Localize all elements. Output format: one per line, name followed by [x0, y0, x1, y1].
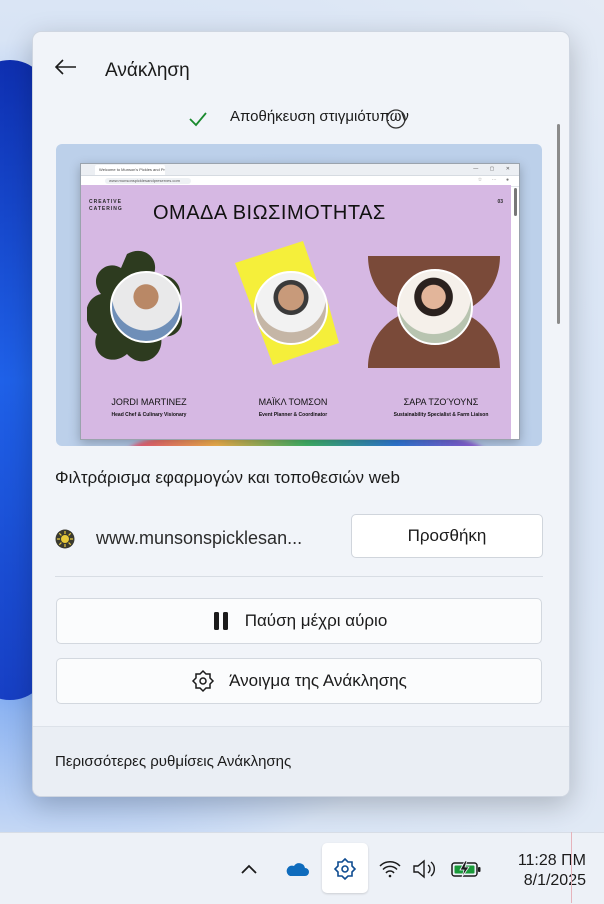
filter-section-title: Φιλτράρισμα εφαρμογών και τοποθεσιών web	[55, 468, 400, 487]
more-settings-link[interactable]: Περισσότερες ρυθμίσεις Ανάκλησης	[55, 753, 291, 770]
chevron-up-icon	[241, 864, 257, 874]
snapshot-preview[interactable]: Welcome to Munson's Pickles and Preserve…	[56, 144, 542, 446]
onedrive-button[interactable]	[280, 833, 312, 904]
network-button[interactable]	[376, 833, 404, 904]
member-name-1: JORDI MARTINEZ	[111, 397, 187, 407]
member-card-1: JORDI MARTINEZ Head Chef & Culinary Visi…	[89, 397, 209, 418]
pause-icon	[211, 611, 231, 631]
checkmark-icon	[189, 112, 207, 127]
browser-window-snapshot: Welcome to Munson's Pickles and Preserve…	[80, 163, 520, 440]
member-role-2: Event Planner & Coordinator	[258, 412, 328, 418]
page-number: 03	[497, 199, 503, 205]
site-favicon-icon	[55, 529, 75, 549]
taskbar: 11:28 ΠΜ 8/1/2025	[0, 832, 604, 904]
status-text: Αποθήκευση στιγμιότυπων	[230, 108, 409, 125]
member-card-2: ΜΑΪΚΛ ΤΟΜΣΟΝ Event Planner & Coordinator	[233, 397, 353, 418]
brand-line-1: CREATIVE	[89, 199, 122, 205]
team-heading: ΟΜΑΔΑ ΒΙΩΣΙΜΟΤΗΤΑΣ	[153, 202, 386, 224]
battery-button[interactable]	[448, 833, 484, 904]
brand-logo: CREATIVE CATERING	[89, 199, 123, 213]
member-card-3: ΣΑΡΑ ΤΖΟΎΟΥΝΣ Sustainability Specialist …	[373, 397, 509, 418]
recall-status-ring-icon	[386, 109, 406, 129]
back-button[interactable]	[51, 52, 81, 82]
panel-title: Ανάκληση	[105, 60, 190, 81]
webpage-content: CREATIVE CATERING 03 ΟΜΑΔΑ ΒΙΩΣΙΜΟΤΗΤΑΣ	[81, 185, 511, 439]
member-photo-1	[110, 271, 182, 343]
open-recall-label: Άνοιγμα της Ανάκλησης	[229, 671, 407, 690]
recall-icon	[333, 857, 357, 880]
member-name-3: ΣΑΡΑ ΤΖΟΎΟΥΝΣ	[403, 397, 479, 407]
window-controls: — ▢ ✕	[473, 166, 515, 172]
browser-toolbar-icons: ☆ ⋯ ●	[477, 177, 513, 183]
status-indicator	[188, 108, 208, 130]
filtered-site-url: www.munsonspicklesan...	[96, 528, 303, 548]
member-photo-2	[254, 271, 328, 345]
browser-tab: Welcome to Munson's Pickles and Preserve…	[95, 165, 165, 175]
member-name-2: ΜΑΪΚΛ ΤΟΜΣΟΝ	[258, 397, 328, 407]
recall-taskbar-button[interactable]	[322, 833, 368, 904]
show-hidden-icons-button[interactable]	[234, 833, 264, 904]
screen-edge-indicator	[571, 832, 572, 903]
recall-flyout: Ανάκληση Αποθήκευση στιγμιότυπων Welcome…	[32, 31, 570, 797]
volume-button[interactable]	[410, 833, 440, 904]
section-divider	[55, 576, 543, 577]
open-recall-button[interactable]: Άνοιγμα της Ανάκλησης	[56, 658, 542, 704]
back-arrow-icon	[55, 59, 76, 75]
browser-tab-strip: Welcome to Munson's Pickles and Preserve…	[81, 164, 519, 176]
pause-button[interactable]: Παύση μέχρι αύριο	[56, 598, 542, 644]
member-role-3: Sustainability Specialist & Farm Liaison	[393, 412, 489, 418]
address-bar: www.munsonspicklesandpreserves.com	[105, 178, 191, 184]
recall-icon	[191, 669, 215, 693]
member-role-1: Head Chef & Culinary Visionary	[111, 412, 187, 418]
volume-icon	[413, 859, 435, 878]
panel-footer: Περισσότερες ρυθμίσεις Ανάκλησης	[33, 726, 569, 796]
pause-button-label: Παύση μέχρι αύριο	[244, 611, 388, 630]
member-photo-3	[397, 269, 473, 345]
browser-scrollbar	[514, 188, 517, 216]
battery-charging-icon	[451, 860, 481, 877]
add-filter-button[interactable]: Προσθήκη	[351, 514, 543, 558]
panel-scrollbar[interactable]	[557, 124, 560, 324]
onedrive-icon	[286, 862, 309, 876]
brand-line-2: CATERING	[89, 206, 123, 212]
wifi-icon	[379, 860, 401, 877]
